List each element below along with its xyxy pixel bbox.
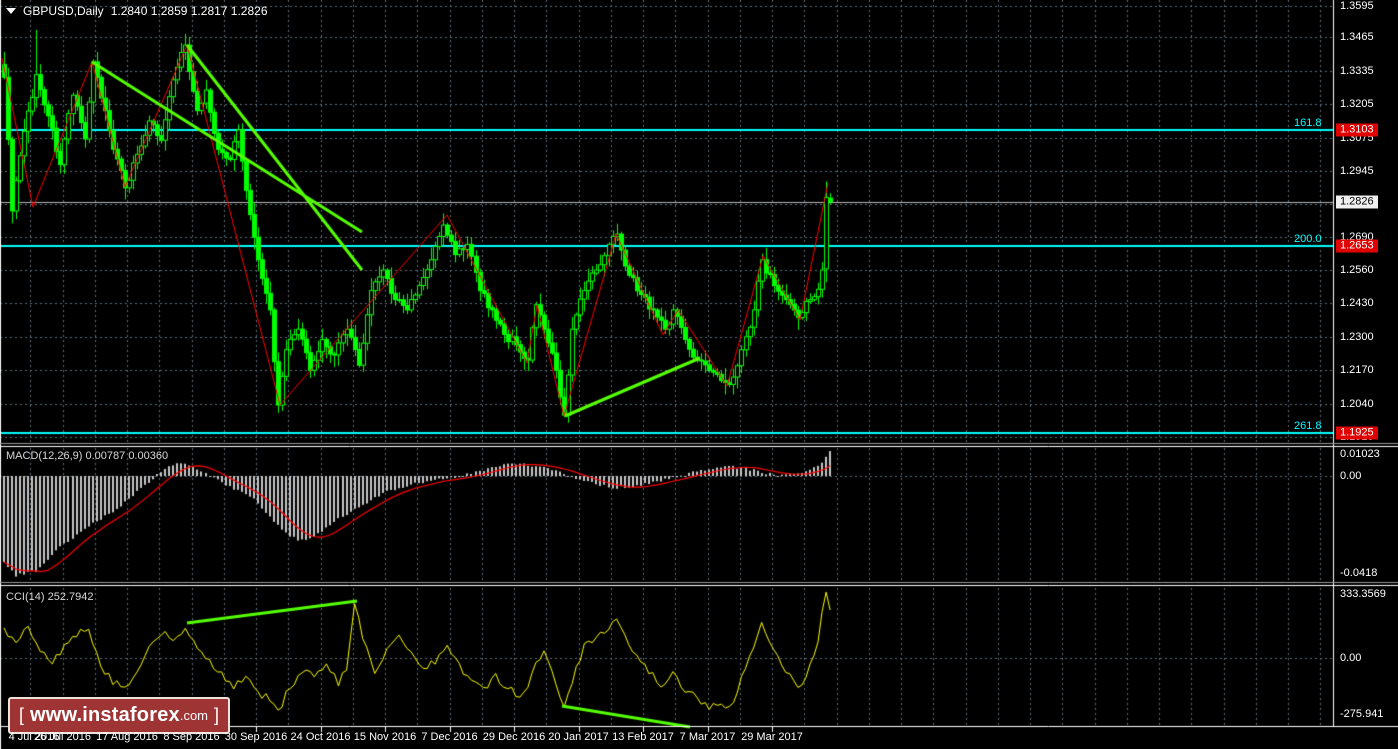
logo-open-bracket: [: [19, 705, 24, 726]
macd-value: 0.00787: [85, 450, 125, 462]
price-axis-label: 1.2945: [1340, 165, 1374, 177]
indicator-axis-label: 0.00: [1340, 470, 1361, 482]
indicator-axis-label: 333.3569: [1340, 588, 1386, 600]
instaforex-logo[interactable]: [ www.instaforex.com]: [8, 697, 230, 734]
symbol-title: GBPUSD,Daily: [23, 4, 104, 18]
price-badge-1.2826: 1.2826: [1336, 196, 1378, 209]
logo-close-bracket: ]: [214, 705, 219, 726]
date-axis-label[interactable]: 15 Nov 2016: [354, 731, 416, 743]
price-badge-1.2653: 1.2653: [1336, 240, 1378, 253]
price-badge-1.3103: 1.3103: [1336, 124, 1378, 137]
cci-indicator-label: CCI(14): [6, 591, 45, 603]
date-axis-label[interactable]: 13 Feb 2017: [612, 731, 674, 743]
logo-tld-text: .com: [180, 708, 208, 723]
price-axis-label: 1.3335: [1340, 65, 1374, 77]
price-axis-label: 1.3205: [1340, 98, 1374, 110]
price-axis-label: 1.2430: [1340, 297, 1374, 309]
price-axis-label: 1.3465: [1340, 31, 1374, 43]
fib-level-label-161.8: 161.8: [1294, 117, 1322, 129]
indicator-axis-label: 0.01023: [1340, 448, 1380, 460]
cci-label-row: CCI(14) 252.7942: [6, 591, 93, 603]
indicator-axis-label: -0.0418: [1340, 567, 1377, 579]
macd-label-row: MACD(12,26,9) 0.00787 0.00360: [6, 450, 168, 462]
price-axis-label: 1.2170: [1340, 364, 1374, 376]
date-axis-label[interactable]: 30 Sep 2016: [225, 731, 287, 743]
mt4-chart-window: GBPUSD,Daily 1.2840 1.2859 1.2817 1.2826…: [0, 0, 1398, 749]
fib-level-label-200.0: 200.0: [1294, 233, 1322, 245]
collapse-triangle-icon[interactable]: [6, 8, 16, 14]
price-axis-label: 1.2040: [1340, 398, 1374, 410]
price-axis-label: 1.2560: [1340, 264, 1374, 276]
logo-host-text: www.instaforex: [30, 704, 180, 727]
macd-indicator-label: MACD(12,26,9): [6, 450, 82, 462]
date-axis-label[interactable]: 20 Jan 2017: [548, 731, 609, 743]
indicator-axis-label: -275.941: [1340, 708, 1383, 720]
date-axis-label[interactable]: 8 Sep 2016: [163, 731, 219, 743]
date-axis-label[interactable]: 7 Mar 2017: [680, 731, 736, 743]
fib-level-label-261.8: 261.8: [1294, 420, 1322, 432]
price-badge-1.1925: 1.1925: [1336, 427, 1378, 440]
date-axis-label[interactable]: 17 Aug 2016: [96, 731, 158, 743]
chart-title-row: GBPUSD,Daily 1.2840 1.2859 1.2817 1.2826: [6, 4, 268, 18]
date-axis-label[interactable]: 29 Mar 2017: [741, 731, 803, 743]
cci-value: 252.7942: [48, 591, 94, 603]
chart-canvas[interactable]: [0, 0, 1398, 749]
date-axis-label[interactable]: 24 Oct 2016: [291, 731, 351, 743]
date-axis-label[interactable]: 29 Dec 2016: [483, 731, 545, 743]
price-axis-label: 1.2300: [1340, 331, 1374, 343]
date-axis-label[interactable]: 26 Jul 2016: [34, 731, 91, 743]
price-axis-label: 1.3595: [1340, 0, 1374, 12]
indicator-axis-label: 0.00: [1340, 652, 1361, 664]
ohlc-values: 1.2840 1.2859 1.2817 1.2826: [111, 4, 268, 18]
macd-signal-value: 0.00360: [128, 450, 168, 462]
date-axis-label[interactable]: 7 Dec 2016: [421, 731, 477, 743]
